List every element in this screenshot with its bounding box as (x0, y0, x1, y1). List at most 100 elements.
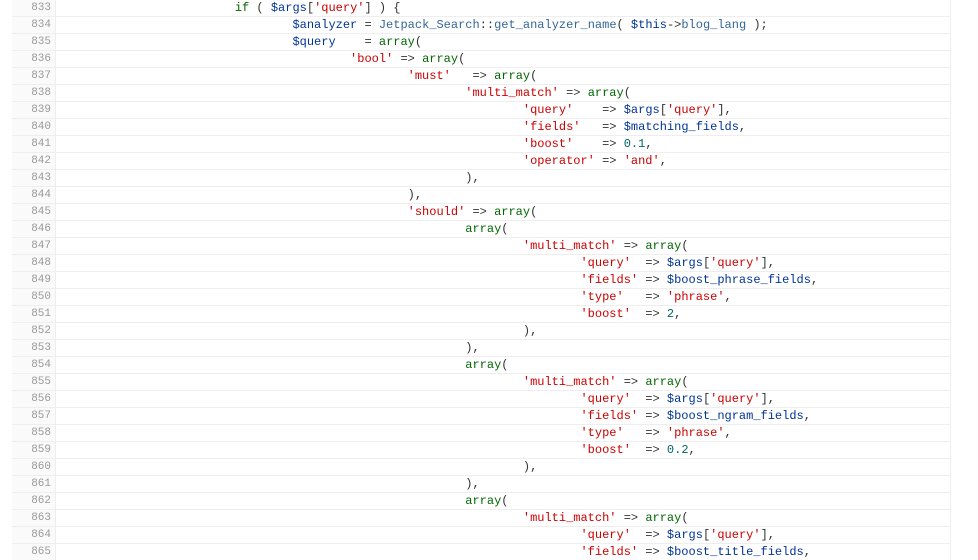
line-number[interactable]: 852 (12, 323, 56, 339)
line-number[interactable]: 842 (12, 153, 56, 169)
code-cell: 'multi_match' => array( (56, 238, 951, 254)
code-line[interactable]: 865 'fields' => $boost_title_fields, (12, 544, 951, 560)
code-line[interactable]: 857 'fields' => $boost_ngram_fields, (12, 408, 951, 425)
line-number[interactable]: 851 (12, 306, 56, 322)
code-line[interactable]: 855 'multi_match' => array( (12, 374, 951, 391)
line-number[interactable]: 858 (12, 425, 56, 441)
line-number[interactable]: 864 (12, 527, 56, 543)
code-line[interactable]: 856 'query' => $args['query'], (12, 391, 951, 408)
line-number[interactable]: 838 (12, 85, 56, 101)
line-number[interactable]: 841 (12, 136, 56, 152)
code-line[interactable]: 847 'multi_match' => array( (12, 238, 951, 255)
code-cell: ), (56, 323, 951, 339)
code-line[interactable]: 842 'operator' => 'and', (12, 153, 951, 170)
code-cell: 'type' => 'phrase', (56, 425, 951, 441)
code-cell: 'fields' => $boost_ngram_fields, (56, 408, 951, 424)
code-cell: 'operator' => 'and', (56, 153, 951, 169)
line-number[interactable]: 847 (12, 238, 56, 254)
line-number[interactable]: 863 (12, 510, 56, 526)
code-line[interactable]: 853 ), (12, 340, 951, 357)
line-number[interactable]: 843 (12, 170, 56, 186)
code-line[interactable]: 837 'must' => array( (12, 68, 951, 85)
code-line[interactable]: 836 'bool' => array( (12, 51, 951, 68)
code-cell: ), (56, 340, 951, 356)
code-line[interactable]: 835 $query = array( (12, 34, 951, 51)
code-cell: $query = array( (56, 34, 951, 50)
code-cell: 'should' => array( (56, 204, 951, 220)
code-cell: 'fields' => $boost_phrase_fields, (56, 272, 951, 288)
code-cell: 'query' => $args['query'], (56, 102, 951, 118)
line-number[interactable]: 846 (12, 221, 56, 237)
code-line[interactable]: 849 'fields' => $boost_phrase_fields, (12, 272, 951, 289)
code-cell: 'boost' => 2, (56, 306, 951, 322)
code-line[interactable]: 860 ), (12, 459, 951, 476)
code-line[interactable]: 845 'should' => array( (12, 204, 951, 221)
line-number[interactable]: 856 (12, 391, 56, 407)
code-line[interactable]: 863 'multi_match' => array( (12, 510, 951, 527)
code-line[interactable]: 850 'type' => 'phrase', (12, 289, 951, 306)
code-cell: 'query' => $args['query'], (56, 527, 951, 543)
code-line[interactable]: 838 'multi_match' => array( (12, 85, 951, 102)
line-number[interactable]: 855 (12, 374, 56, 390)
code-cell: 'must' => array( (56, 68, 951, 84)
code-cell: 'fields' => $matching_fields, (56, 119, 951, 135)
code-cell: ), (56, 459, 951, 475)
code-cell: array( (56, 357, 951, 373)
line-number[interactable]: 844 (12, 187, 56, 203)
code-line[interactable]: 841 'boost' => 0.1, (12, 136, 951, 153)
code-cell: 'type' => 'phrase', (56, 289, 951, 305)
line-number[interactable]: 857 (12, 408, 56, 424)
code-cell: array( (56, 493, 951, 509)
line-number[interactable]: 845 (12, 204, 56, 220)
code-cell: 'query' => $args['query'], (56, 391, 951, 407)
line-number[interactable]: 848 (12, 255, 56, 271)
code-cell: 'fields' => $boost_title_fields, (56, 544, 951, 560)
line-number[interactable]: 835 (12, 34, 56, 50)
code-line[interactable]: 834 $analyzer = Jetpack_Search::get_anal… (12, 17, 951, 34)
code-line[interactable]: 839 'query' => $args['query'], (12, 102, 951, 119)
code-cell: 'bool' => array( (56, 51, 951, 67)
code-cell: ), (56, 187, 951, 203)
line-number[interactable]: 859 (12, 442, 56, 458)
code-cell: ), (56, 476, 951, 492)
code-cell: 'boost' => 0.2, (56, 442, 951, 458)
code-line[interactable]: 854 array( (12, 357, 951, 374)
line-number[interactable]: 850 (12, 289, 56, 305)
code-line[interactable]: 840 'fields' => $matching_fields, (12, 119, 951, 136)
code-line[interactable]: 852 ), (12, 323, 951, 340)
line-number[interactable]: 833 (12, 0, 56, 16)
line-number[interactable]: 837 (12, 68, 56, 84)
line-number[interactable]: 849 (12, 272, 56, 288)
code-line[interactable]: 851 'boost' => 2, (12, 306, 951, 323)
code-line[interactable]: 862 array( (12, 493, 951, 510)
line-number[interactable]: 836 (12, 51, 56, 67)
code-line[interactable]: 846 array( (12, 221, 951, 238)
code-cell: 'multi_match' => array( (56, 374, 951, 390)
line-number[interactable]: 861 (12, 476, 56, 492)
code-cell: $analyzer = Jetpack_Search::get_analyzer… (56, 17, 951, 33)
code-line[interactable]: 844 ), (12, 187, 951, 204)
code-cell: 'boost' => 0.1, (56, 136, 951, 152)
code-line[interactable]: 858 'type' => 'phrase', (12, 425, 951, 442)
code-cell: 'multi_match' => array( (56, 510, 951, 526)
code-cell: ), (56, 170, 951, 186)
code-cell: 'multi_match' => array( (56, 85, 951, 101)
line-number[interactable]: 840 (12, 119, 56, 135)
line-number[interactable]: 853 (12, 340, 56, 356)
code-cell: if ( $args['query'] ) { (56, 0, 951, 16)
line-number[interactable]: 854 (12, 357, 56, 373)
line-number[interactable]: 860 (12, 459, 56, 475)
code-line[interactable]: 833 if ( $args['query'] ) { (12, 0, 951, 17)
code-line[interactable]: 848 'query' => $args['query'], (12, 255, 951, 272)
code-table: 833 if ( $args['query'] ) {834 $analyzer… (12, 0, 951, 560)
line-number[interactable]: 862 (12, 493, 56, 509)
line-number[interactable]: 865 (12, 544, 56, 560)
code-cell: 'query' => $args['query'], (56, 255, 951, 271)
code-line[interactable]: 859 'boost' => 0.2, (12, 442, 951, 459)
line-number[interactable]: 839 (12, 102, 56, 118)
code-cell: array( (56, 221, 951, 237)
code-line[interactable]: 864 'query' => $args['query'], (12, 527, 951, 544)
code-line[interactable]: 843 ), (12, 170, 951, 187)
code-line[interactable]: 861 ), (12, 476, 951, 493)
line-number[interactable]: 834 (12, 17, 56, 33)
